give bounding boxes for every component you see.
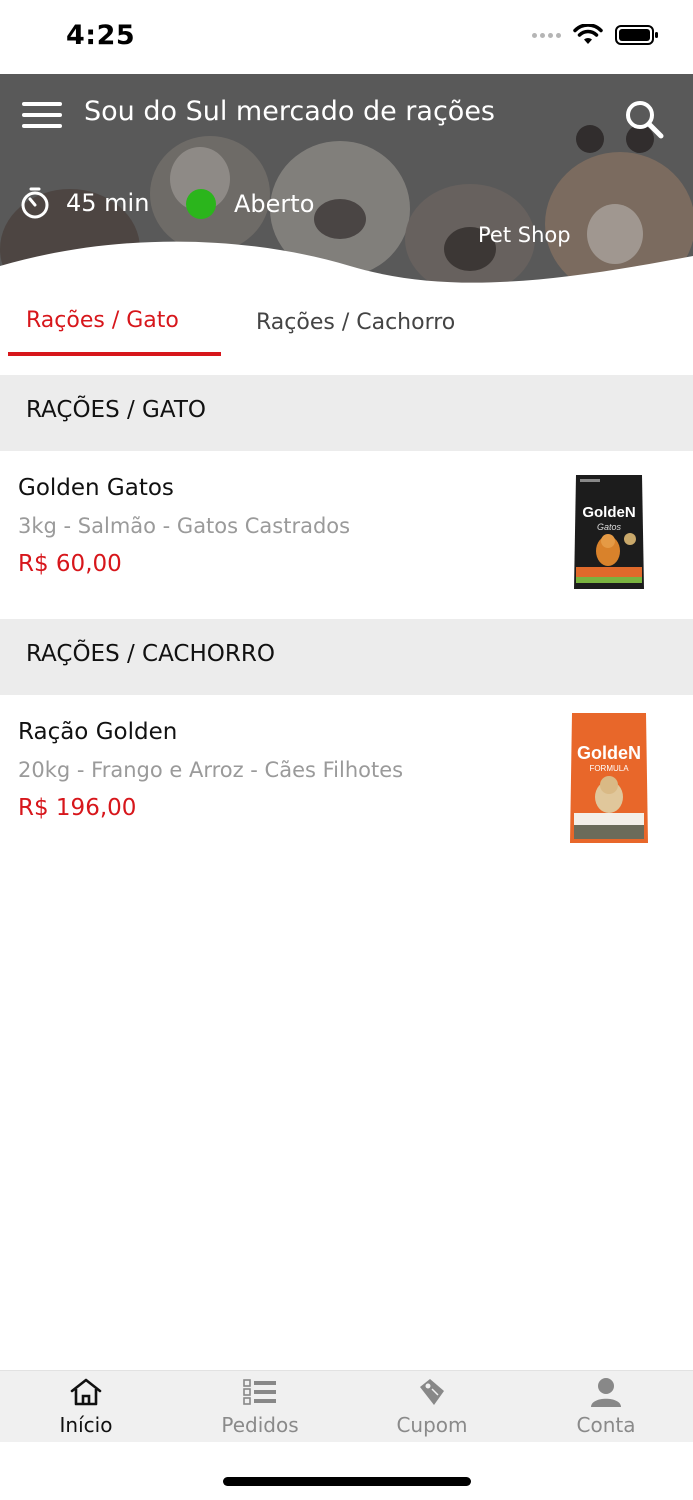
nav-label: Conta	[576, 1413, 636, 1437]
open-status-dot	[186, 189, 216, 219]
nav-conta[interactable]: Conta	[541, 1377, 671, 1437]
product-item[interactable]: Golden Gatos 3kg - Salmão - Gatos Castra…	[0, 451, 693, 619]
menu-button[interactable]	[22, 102, 62, 132]
product-image-racao-golden: GoldeN FORMULA	[570, 713, 648, 843]
search-icon[interactable]	[623, 98, 665, 140]
product-name: Ração Golden	[18, 719, 178, 745]
product-brand-text: GoldeN	[582, 504, 635, 521]
home-indicator	[223, 1477, 471, 1486]
delivery-time-text: 45 min	[66, 189, 150, 217]
checklist-icon	[243, 1379, 276, 1405]
user-icon	[591, 1378, 621, 1407]
section-header-gato: RAÇÕES / GATO	[0, 375, 693, 451]
product-price: R$ 60,00	[18, 551, 122, 577]
nav-label: Pedidos	[221, 1413, 299, 1437]
store-header: Sou do Sul mercado de rações 45 min Aber…	[0, 74, 693, 296]
nav-pedidos[interactable]: Pedidos	[195, 1377, 325, 1437]
home-icon	[70, 1378, 102, 1406]
coupon-tag-icon	[420, 1379, 444, 1405]
product-item[interactable]: Ração Golden 20kg - Frango e Arroz - Cãe…	[0, 695, 693, 863]
stopwatch-icon	[21, 187, 49, 219]
store-category: Pet Shop	[478, 223, 571, 247]
nav-label: Cupom	[396, 1413, 468, 1437]
tab-racoes-gato[interactable]: Rações / Gato	[26, 308, 179, 333]
open-status-text: Aberto	[234, 190, 315, 218]
header-wave-shape	[0, 241, 693, 296]
status-time: 4:25	[66, 20, 136, 51]
bottom-navigation: Início Pedidos Cupom Conta	[0, 1370, 693, 1442]
product-sub-text: FORMULA	[589, 764, 629, 773]
store-name: Sou do Sul mercado de rações	[84, 96, 495, 127]
nav-label: Início	[59, 1413, 113, 1437]
wifi-icon	[573, 24, 603, 44]
product-brand-text: GoldeN	[577, 743, 641, 763]
delivery-time: 45 min	[18, 186, 149, 220]
product-sub-text: Gatos	[597, 522, 622, 532]
battery-icon	[615, 25, 658, 45]
nav-inicio[interactable]: Início	[21, 1377, 151, 1437]
product-description: 3kg - Salmão - Gatos Castrados	[18, 514, 351, 538]
status-bar: 4:25	[0, 0, 693, 74]
product-description: 20kg - Frango e Arroz - Cães Filhotes	[18, 758, 404, 782]
product-name: Golden Gatos	[18, 475, 174, 501]
section-title: RAÇÕES / GATO	[26, 397, 206, 423]
category-tabs: Rações / Gato Rações / Cachorro	[0, 296, 693, 358]
active-tab-indicator	[8, 352, 221, 356]
open-status: Aberto	[186, 189, 314, 219]
product-image-golden-gatos: GoldeN Gatos	[574, 475, 644, 589]
tab-racoes-cachorro[interactable]: Rações / Cachorro	[256, 310, 455, 335]
product-price: R$ 196,00	[18, 795, 137, 821]
section-title: RAÇÕES / CACHORRO	[26, 641, 275, 667]
section-header-cachorro: RAÇÕES / CACHORRO	[0, 619, 693, 695]
cellular-signal-icon	[532, 32, 561, 38]
status-icons	[532, 24, 659, 46]
nav-cupom[interactable]: Cupom	[367, 1377, 497, 1437]
